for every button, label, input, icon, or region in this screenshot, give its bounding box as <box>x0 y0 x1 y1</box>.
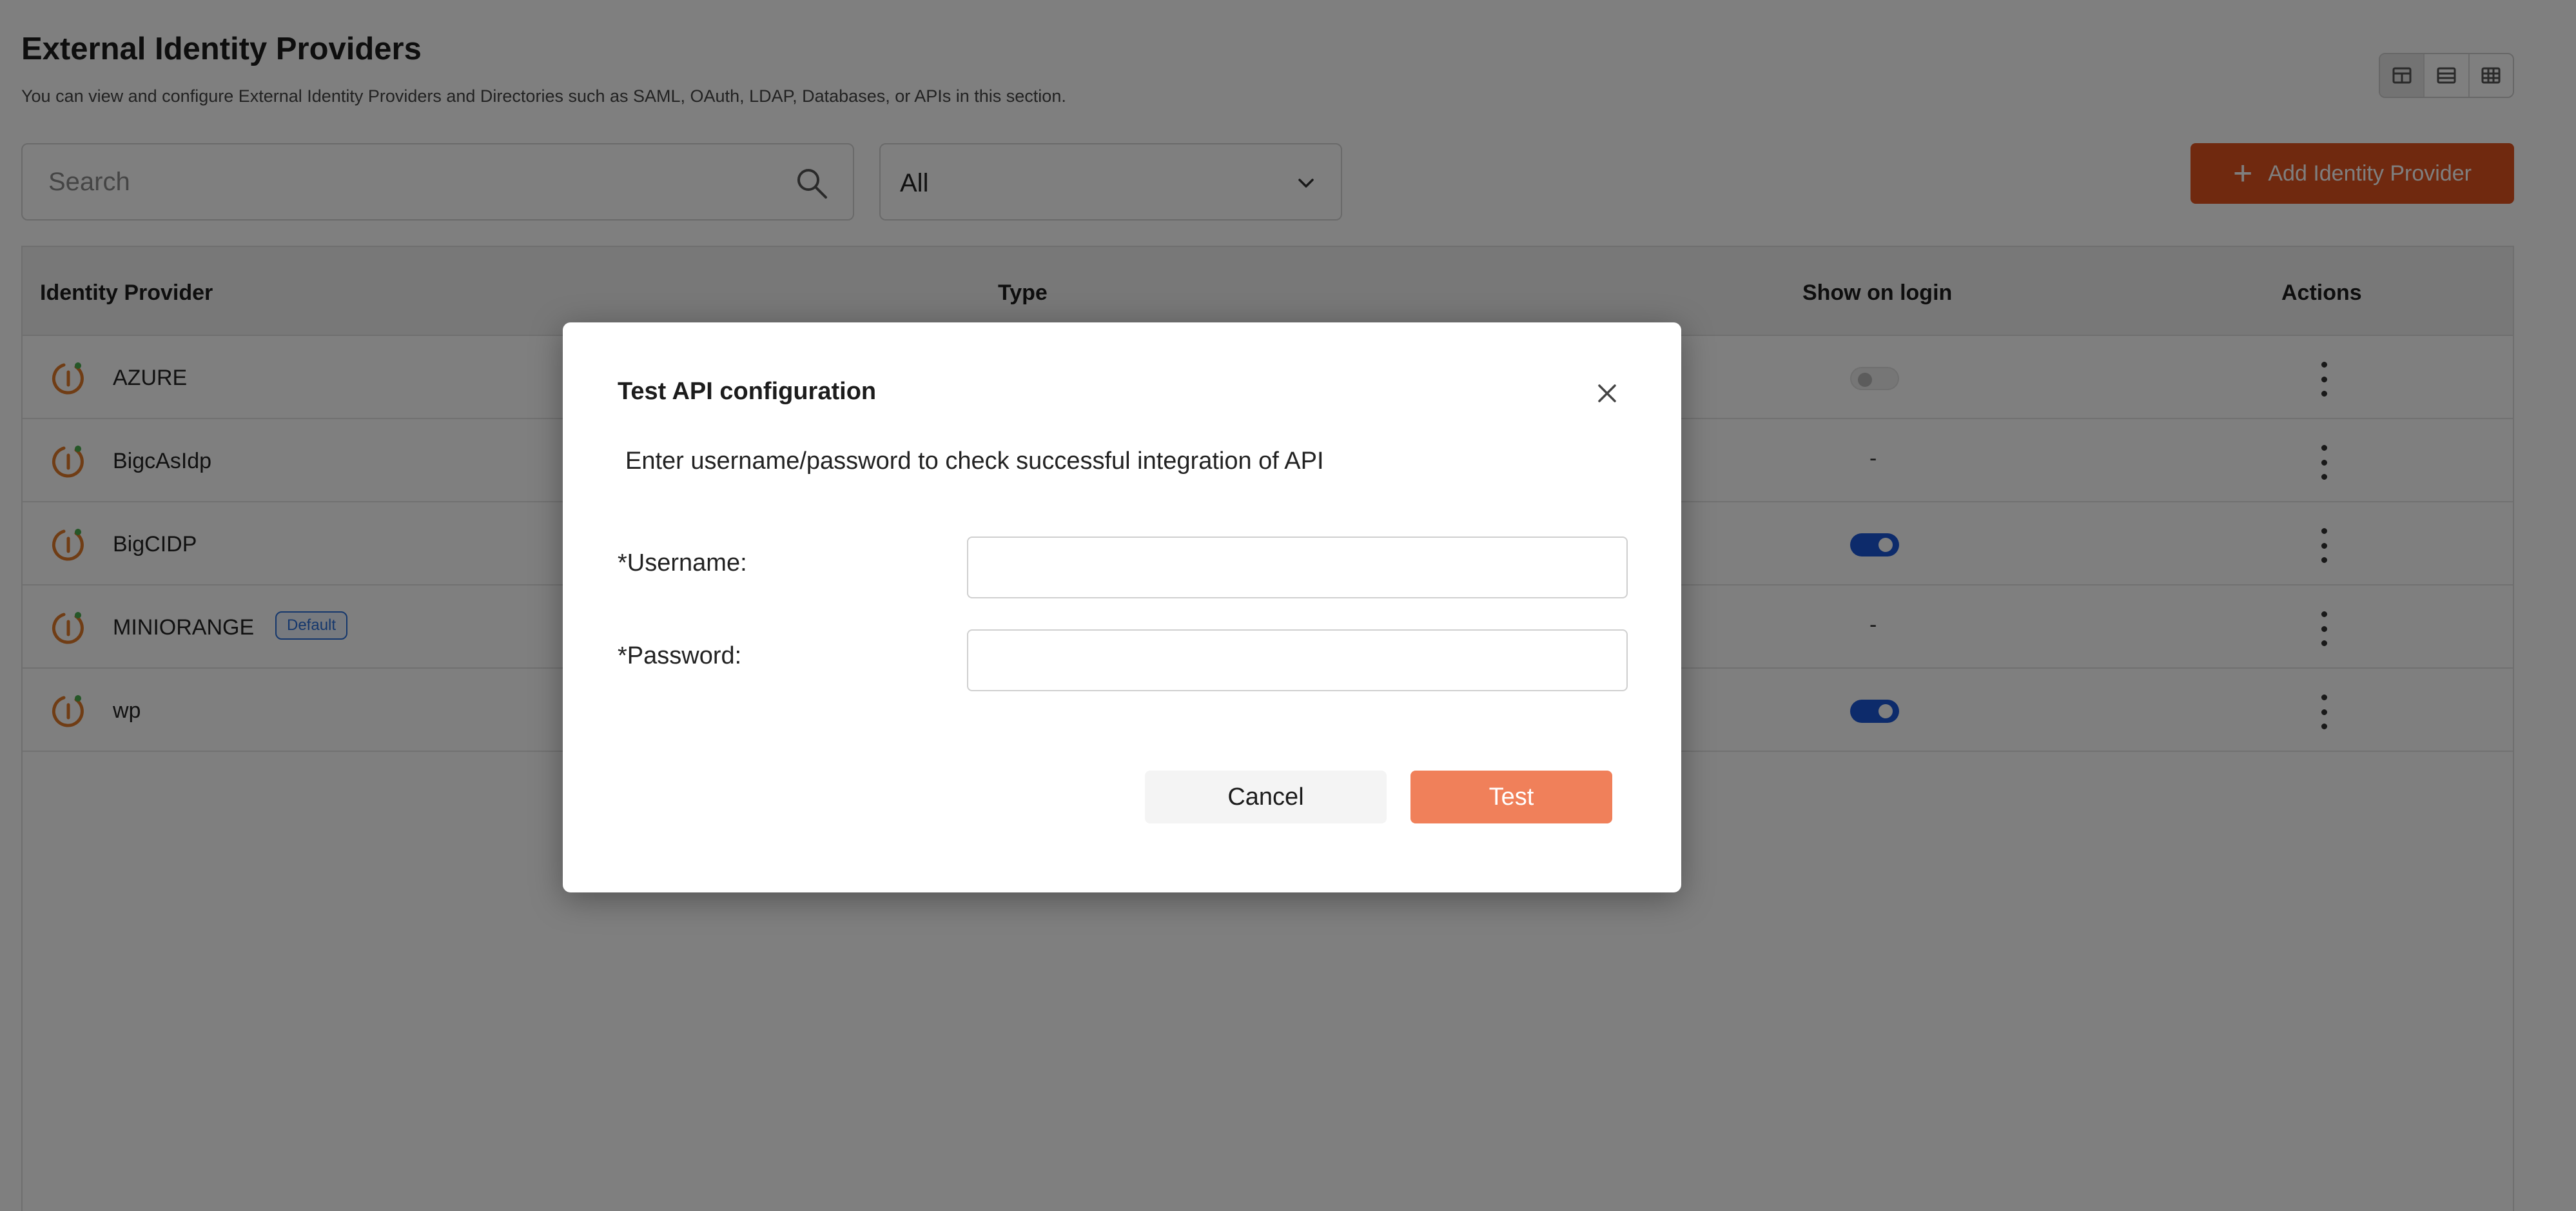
cancel-button[interactable]: Cancel <box>1145 771 1387 823</box>
username-field[interactable] <box>967 537 1628 598</box>
password-field[interactable] <box>967 629 1628 691</box>
modal-title: Test API configuration <box>618 378 877 405</box>
test-button[interactable]: Test <box>1410 771 1612 823</box>
close-icon[interactable] <box>1594 380 1620 406</box>
password-label: *Password: <box>618 642 742 669</box>
modal-description: Enter username/password to check success… <box>625 448 1324 475</box>
username-label: *Username: <box>618 549 747 576</box>
test-api-modal: Test API configuration Enter username/pa… <box>563 322 1681 892</box>
